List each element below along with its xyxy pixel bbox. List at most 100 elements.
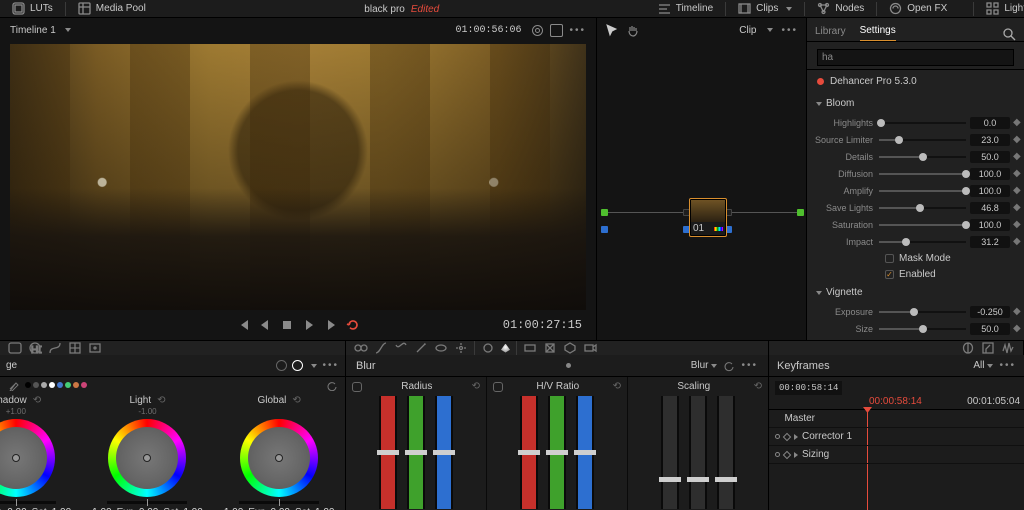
nodes-options-icon[interactable]: ••• (781, 25, 798, 36)
key-tab-icon[interactable] (523, 341, 537, 355)
blur-reset-icon[interactable] (723, 360, 735, 372)
add-keyframe-icon[interactable]: ◆ (1013, 117, 1020, 128)
first-frame-button[interactable] (235, 317, 251, 333)
param-amplify[interactable]: Amplify 100.0 ◆ (807, 182, 1024, 199)
param-highlights[interactable]: Highlights 0.0 ◆ (807, 114, 1024, 131)
stop-button[interactable] (279, 317, 295, 333)
add-keyframe-icon[interactable]: ◆ (1013, 306, 1020, 317)
mediapool-button[interactable]: Media Pool (72, 0, 152, 17)
node-output-green[interactable] (797, 209, 804, 216)
scopes-icon[interactable] (961, 341, 975, 355)
search-icon[interactable] (1003, 28, 1016, 41)
window-icon[interactable] (434, 341, 448, 355)
node-input-blue[interactable] (601, 226, 608, 233)
reset-icon[interactable]: ⟲ (754, 381, 762, 392)
scaling-1-slider[interactable] (661, 396, 679, 509)
gallery-icon[interactable] (8, 341, 22, 355)
timeline-name[interactable]: Timeline 1 (10, 25, 56, 36)
add-keyframe-icon[interactable]: ◆ (1013, 219, 1020, 230)
radius-r-slider[interactable] (379, 396, 397, 509)
play-button[interactable] (301, 317, 317, 333)
link-icon[interactable] (493, 382, 503, 392)
add-keyframe-icon[interactable]: ◆ (1013, 323, 1020, 334)
kf-row-master[interactable]: Master (769, 410, 1024, 428)
hand-tool-icon[interactable] (626, 24, 639, 37)
wand-icon[interactable] (414, 341, 428, 355)
keyframes-timecode[interactable]: 00:00:58:14 (775, 381, 842, 395)
hv-b-slider[interactable] (576, 396, 594, 509)
group-vignette-header[interactable]: Vignette (807, 282, 1024, 303)
param-save-lights[interactable]: Save Lights 46.8 ◆ (807, 199, 1024, 216)
tab-settings[interactable]: Settings (860, 25, 896, 41)
param-impact[interactable]: Impact 31.2 ◆ (807, 233, 1024, 250)
add-keyframe-icon[interactable]: ◆ (1013, 236, 1020, 247)
viewer-expand-icon[interactable] (550, 24, 563, 37)
mask-mode-checkbox[interactable]: Mask Mode (807, 250, 1024, 266)
curves-icon[interactable] (48, 341, 62, 355)
blur-tab-icon[interactable] (481, 341, 495, 355)
add-keyframe-icon[interactable]: ◆ (1013, 185, 1020, 196)
keyframes-filter[interactable]: All (973, 360, 984, 371)
keyframes-track[interactable]: Master Corrector 1 Sizing (769, 409, 1024, 510)
param-saturation[interactable]: Saturation 100.0 ◆ (807, 216, 1024, 233)
param-diffusion[interactable]: Diffusion 100.0 ◆ (807, 165, 1024, 182)
timeline-toggle[interactable]: Timeline (652, 0, 719, 17)
tab-library[interactable]: Library (815, 26, 846, 41)
nodes-graph[interactable]: 01 (597, 42, 806, 340)
header-timecode[interactable]: 01:00:56:06 (455, 25, 521, 36)
keyframes-options-icon[interactable]: ••• (999, 360, 1016, 371)
wheel-global[interactable]: Global⟲ 1.00Exp0.00Sat1.00 (224, 395, 334, 510)
kf-row-corrector[interactable]: Corrector 1 (769, 428, 1024, 446)
param-size[interactable]: Size 50.0 ◆ (807, 320, 1024, 337)
nodes-toggle[interactable]: Nodes (811, 0, 870, 17)
waveform-icon[interactable] (1001, 341, 1015, 355)
wheel-mode-dot[interactable] (276, 360, 287, 371)
pointer-tool-icon[interactable] (605, 24, 618, 37)
picker-icon[interactable] (501, 344, 510, 353)
3d-tab-icon[interactable] (563, 341, 577, 355)
wheel-shadow[interactable]: Shadow⟲ +1.00 1.00Exp0.00Sat1.00 (0, 395, 71, 510)
tracker-icon[interactable] (454, 341, 468, 355)
add-keyframe-icon[interactable]: ◆ (1013, 134, 1020, 145)
camera-tab-icon[interactable] (583, 341, 597, 355)
hv-r-slider[interactable] (520, 396, 538, 509)
hdr-wheel-icon[interactable]: HDR (28, 341, 42, 355)
radius-g-slider[interactable] (407, 396, 425, 509)
param-source-limiter[interactable]: Source Limiter 23.0 ◆ (807, 131, 1024, 148)
wheels-options-icon[interactable]: ••• (322, 360, 339, 371)
reset-all-icon[interactable] (326, 380, 337, 391)
transport-timecode[interactable]: 01:00:27:15 (503, 318, 582, 332)
warp-icon[interactable] (394, 341, 408, 355)
clips-toggle[interactable]: Clips (732, 0, 798, 17)
kf-row-sizing[interactable]: Sizing (769, 446, 1024, 464)
add-keyframe-icon[interactable]: ◆ (1013, 168, 1020, 179)
scaling-2-slider[interactable] (689, 396, 707, 509)
param-details[interactable]: Details 50.0 ◆ (807, 148, 1024, 165)
luts-button[interactable]: LUTs (6, 0, 59, 17)
wheel-light[interactable]: Light⟲ -1.00 1.00Exp0.00Sat1.00 (92, 395, 202, 510)
viewer-options-icon[interactable]: ••• (569, 25, 586, 36)
info-icon[interactable] (981, 341, 995, 355)
fx-enabled-led[interactable] (817, 78, 824, 85)
viewer-image[interactable] (10, 44, 586, 310)
blur-mode-dot[interactable] (566, 363, 571, 368)
add-keyframe-icon[interactable]: ◆ (1013, 202, 1020, 213)
curves2-icon[interactable] (374, 341, 388, 355)
reset-icon[interactable]: ⟲ (472, 381, 480, 392)
clip-dropdown[interactable]: Clip (739, 25, 756, 36)
link-icon[interactable] (352, 382, 362, 392)
wheels-picker-icon[interactable] (8, 380, 19, 391)
add-keyframe-icon[interactable]: ◆ (1013, 151, 1020, 162)
scaling-3-slider[interactable] (717, 396, 735, 509)
sizing-tab-icon[interactable] (543, 341, 557, 355)
viewer-render-icon[interactable] (531, 24, 544, 37)
qualifier-icon[interactable] (88, 341, 102, 355)
fx-header[interactable]: Dehancer Pro 5.3.0 (807, 69, 1024, 93)
next-frame-button[interactable] (323, 317, 339, 333)
blur-options-icon[interactable]: ••• (741, 360, 758, 371)
primaries-icon[interactable] (354, 341, 368, 355)
chevron-down-icon[interactable] (65, 28, 71, 32)
reset-icon[interactable]: ⟲ (613, 381, 621, 392)
radius-b-slider[interactable] (435, 396, 453, 509)
param-exposure[interactable]: Exposure -0.250 ◆ (807, 303, 1024, 320)
